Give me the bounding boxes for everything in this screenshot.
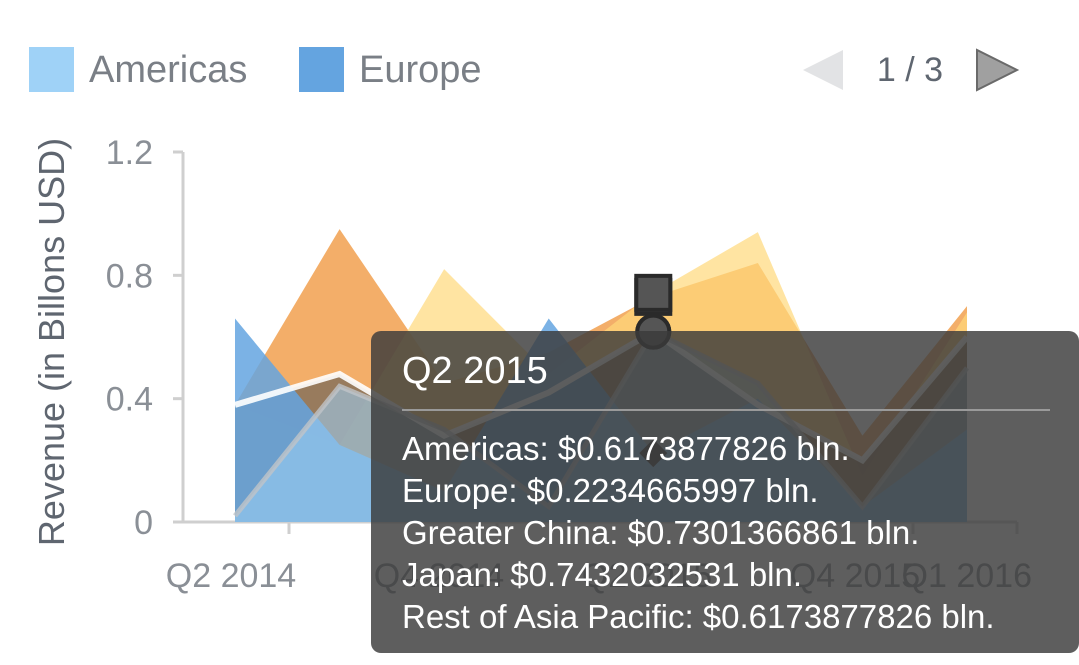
x-tick-label: Q2 2014 — [166, 557, 296, 595]
tooltip: Q2 2015 Americas: $0.6173877826 bln. Eur… — [371, 331, 1079, 653]
legend: Americas Europe 1 / 3 — [29, 47, 1020, 92]
prev-page-icon[interactable] — [803, 50, 843, 90]
y-tick-label: 1.2 — [106, 134, 153, 172]
y-tick-label: 0.4 — [106, 381, 153, 419]
tooltip-line-japan: Japan: $0.7432032531 bln. — [402, 556, 802, 593]
legend-item-americas[interactable]: Americas — [29, 47, 247, 92]
legend-swatch-europe — [299, 47, 344, 92]
legend-item-europe[interactable]: Europe — [299, 47, 482, 92]
y-axis-title: Revenue (in Billons USD) — [31, 138, 72, 546]
page-indicator: 1 / 3 — [877, 51, 943, 89]
tooltip-line-europe: Europe: $0.2234665997 bln. — [402, 472, 819, 509]
tooltip-line-americas: Americas: $0.6173877826 bln. — [402, 430, 850, 467]
area-chart: Americas Europe 1 / 3 0 0.4 0.8 1.2 Q2 2014 Q… — [29, 47, 1079, 653]
hover-marker-japan — [634, 273, 673, 312]
y-tick-label: 0 — [134, 504, 153, 542]
tooltip-title: Q2 2015 — [402, 350, 548, 392]
y-tick-label: 0.8 — [106, 257, 153, 295]
legend-swatch-americas — [29, 47, 74, 92]
tooltip-line-greater-china: Greater China: $0.7301366861 bln. — [402, 514, 919, 551]
legend-pager: 1 / 3 — [803, 48, 1020, 92]
legend-label-americas: Americas — [89, 49, 247, 91]
tooltip-line-rest-of-asia-pacific: Rest of Asia Pacific: $0.6173877826 bln. — [402, 598, 995, 635]
next-page-icon[interactable] — [976, 48, 1020, 92]
legend-label-europe: Europe — [359, 49, 482, 91]
